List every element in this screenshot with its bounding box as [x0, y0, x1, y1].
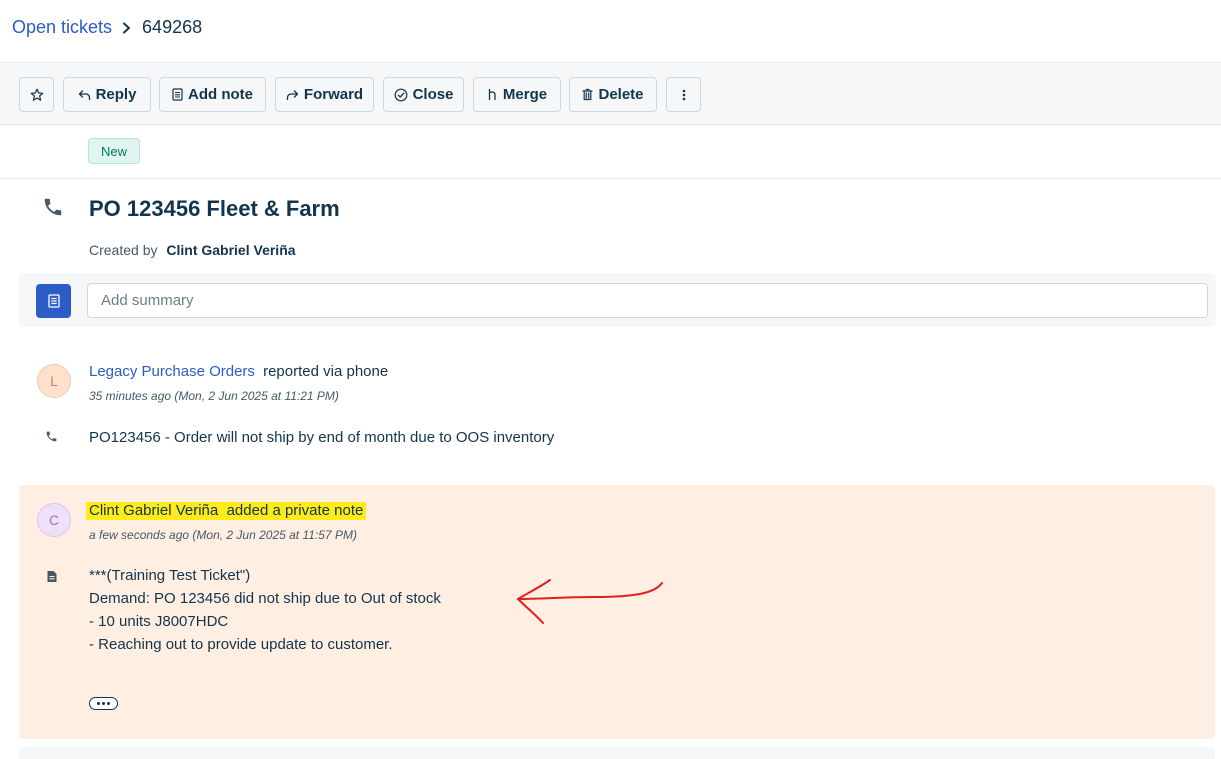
close-button[interactable]: Close	[383, 77, 464, 112]
forward-button[interactable]: Forward	[275, 77, 374, 112]
note-line: - 10 units J8007HDC	[89, 613, 229, 630]
note-header: Clint Gabriel Veriña added a private not…	[86, 502, 367, 520]
breadcrumb-bar: Open tickets 649268	[0, 0, 1221, 63]
chevron-right-icon	[122, 22, 132, 34]
close-label: Close	[412, 86, 454, 103]
note-action: added a private note	[226, 502, 364, 519]
note-timestamp: a few seconds ago (Mon, 2 Jun 2025 at 11…	[89, 528, 357, 542]
ticket-title: PO 123456 Fleet & Farm	[89, 196, 340, 221]
more-vertical-icon	[682, 89, 686, 101]
next-conversation-strip	[19, 747, 1215, 759]
merge-icon	[487, 88, 498, 101]
star-icon	[30, 88, 44, 102]
document-icon	[46, 570, 58, 588]
forward-icon	[286, 89, 299, 101]
note-line: Demand: PO 123456 did not ship due to Ou…	[89, 590, 441, 607]
delete-label: Delete	[598, 86, 644, 103]
delete-button[interactable]: Delete	[569, 77, 657, 112]
note-icon	[172, 88, 183, 101]
trash-icon	[582, 88, 594, 101]
expand-more-button[interactable]	[89, 697, 118, 710]
check-circle-icon	[394, 88, 408, 102]
ticket-toolbar: Reply Add note Forward Close Merge Delet…	[0, 63, 1221, 125]
add-note-label: Add note	[188, 86, 253, 103]
conversation-timestamp: 35 minutes ago (Mon, 2 Jun 2025 at 11:21…	[89, 389, 339, 403]
merge-button[interactable]: Merge	[473, 77, 561, 112]
summary-document-icon	[36, 284, 71, 318]
breadcrumb-ticket-id: 649268	[142, 17, 203, 37]
add-note-button[interactable]: Add note	[159, 77, 266, 112]
summary-section	[18, 273, 1216, 327]
merge-label: Merge	[502, 86, 548, 103]
red-arrow-annotation	[510, 575, 670, 635]
reply-icon	[78, 89, 91, 101]
note-line: - Reaching out to provide update to cust…	[89, 636, 393, 653]
status-badge: New	[88, 138, 141, 164]
created-by-line: Created by Clint Gabriel Veriña	[89, 242, 296, 258]
note-body: ***(Training Test Ticket") Demand: PO 12…	[89, 564, 441, 656]
highlight-annotation: Clint Gabriel Veriña added a private not…	[86, 502, 367, 520]
more-actions-button[interactable]	[666, 77, 701, 112]
forward-label: Forward	[303, 86, 364, 103]
note-line: ***(Training Test Ticket")	[89, 567, 251, 584]
avatar: L	[37, 364, 71, 398]
created-by-prefix: Created by	[89, 242, 158, 258]
breadcrumb-open-tickets-link[interactable]: Open tickets	[12, 17, 112, 38]
reply-button[interactable]: Reply	[63, 77, 151, 112]
note-author-link[interactable]: Clint Gabriel Veriña	[89, 502, 218, 519]
requester-link[interactable]: Legacy Purchase Orders	[89, 363, 255, 380]
breadcrumb: Open tickets 649268	[12, 17, 202, 38]
summary-input[interactable]	[87, 283, 1208, 318]
conversation-body: PO123456 - Order will not ship by end of…	[89, 429, 555, 446]
created-by-name: Clint Gabriel Veriña	[166, 242, 296, 258]
phone-icon	[42, 196, 64, 223]
conversation-header: Legacy Purchase Orders reported via phon…	[89, 363, 388, 380]
phone-icon	[45, 430, 58, 448]
conversation-action: reported via phone	[263, 363, 389, 380]
reply-label: Reply	[95, 86, 137, 103]
avatar: C	[37, 503, 71, 537]
star-button[interactable]	[19, 77, 54, 112]
status-row: New	[0, 125, 1221, 179]
